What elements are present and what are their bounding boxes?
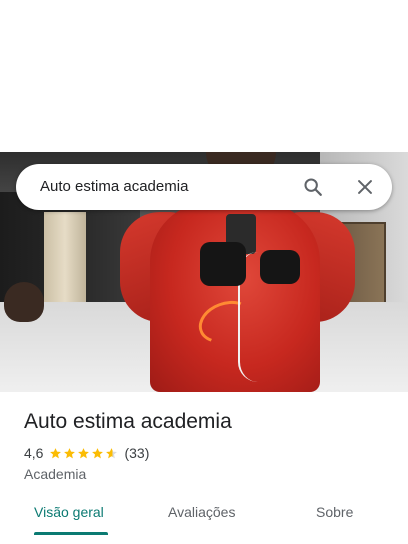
review-count[interactable]: (33) <box>124 445 149 461</box>
place-tabs: Visão geral Avaliações Sobre <box>0 494 408 544</box>
photo-background-athlete <box>4 282 44 322</box>
place-title: Auto estima academia <box>24 410 232 433</box>
rating-value: 4,6 <box>24 445 44 461</box>
star-icon <box>64 447 76 458</box>
top-blank-area <box>0 0 408 152</box>
rating-row[interactable]: 4,6 (33) <box>24 444 149 462</box>
search-icon[interactable] <box>302 176 324 198</box>
search-bar[interactable]: Auto estima academia <box>16 164 392 210</box>
tab-about[interactable]: Sobre <box>316 504 353 520</box>
active-tab-indicator <box>34 532 108 535</box>
star-icon <box>50 447 62 458</box>
tab-overview[interactable]: Visão geral <box>34 504 104 520</box>
search-query-text[interactable]: Auto estima academia <box>40 178 188 195</box>
photo-glove-right <box>260 250 300 284</box>
star-icon <box>78 447 90 458</box>
photo-glove-left <box>200 242 246 286</box>
tab-reviews[interactable]: Avaliações <box>168 504 235 520</box>
star-rating <box>49 447 118 460</box>
star-icon <box>106 447 118 458</box>
close-icon[interactable] <box>354 176 376 198</box>
place-category[interactable]: Academia <box>24 466 86 482</box>
star-icon <box>92 447 104 458</box>
